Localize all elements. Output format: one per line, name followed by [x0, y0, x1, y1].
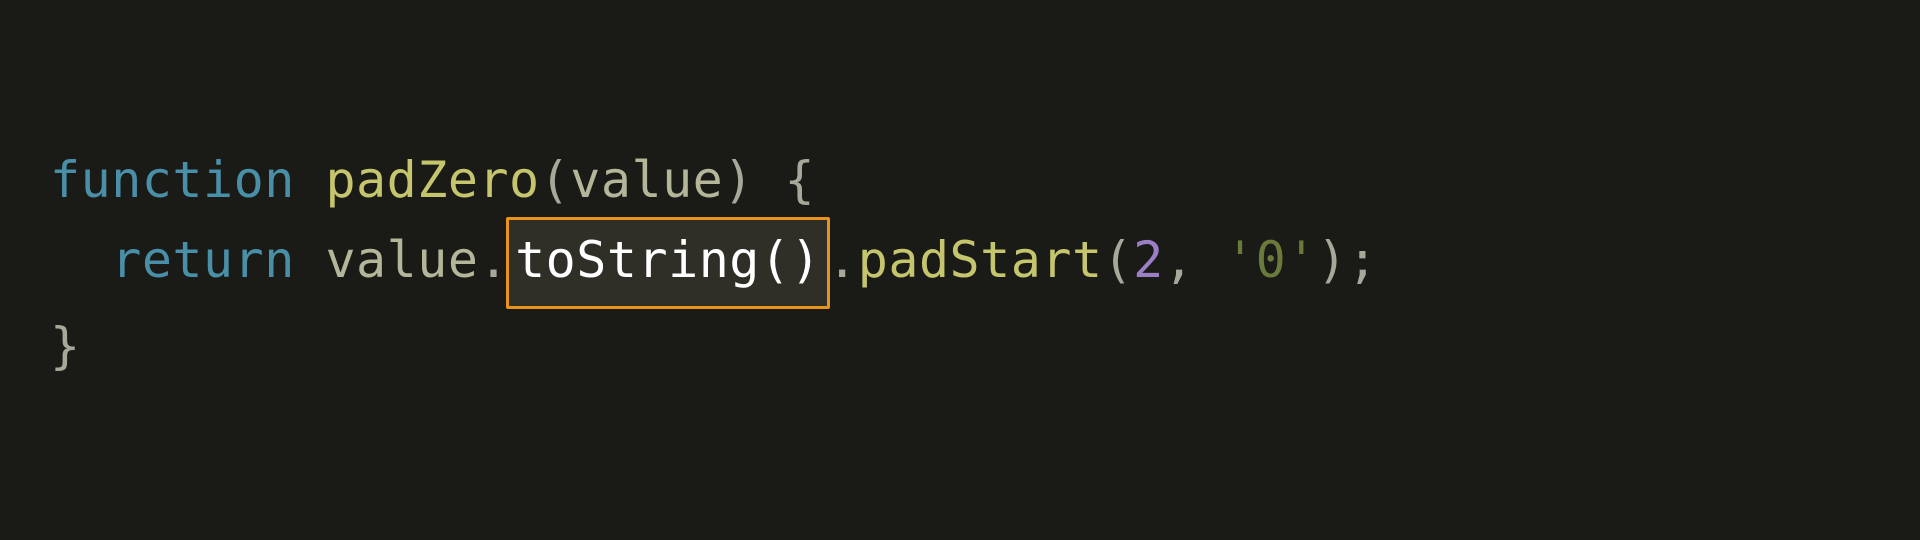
code-line-3: } — [50, 317, 81, 375]
variable-value: value — [295, 231, 479, 289]
open-brace: { — [754, 151, 815, 209]
dot-1: . — [478, 231, 509, 289]
code-line-1: function padZero(value) { — [50, 151, 815, 209]
indent — [50, 231, 111, 289]
method-tostring: toString — [515, 231, 760, 289]
number-arg: 2 — [1133, 231, 1164, 289]
method-padstart: padStart — [858, 231, 1103, 289]
highlighted-selection[interactable]: toString() — [506, 217, 830, 309]
open-paren: ( — [540, 151, 571, 209]
code-editor[interactable]: function padZero(value) { return value.t… — [0, 0, 1920, 526]
function-name: padZero — [325, 151, 539, 209]
close-paren: ) — [723, 151, 754, 209]
comma: , — [1164, 231, 1225, 289]
keyword-return: return — [111, 231, 295, 289]
close-paren-2: ) — [1317, 231, 1348, 289]
close-brace: } — [50, 317, 81, 375]
dot-2: . — [827, 231, 858, 289]
keyword-function: function — [50, 151, 295, 209]
parameter: value — [570, 151, 723, 209]
string-arg: '0' — [1225, 231, 1317, 289]
code-line-2: return value.toString().padStart(2, '0')… — [50, 231, 1378, 289]
highlighted-parens: () — [760, 231, 821, 289]
open-paren-2: ( — [1103, 231, 1134, 289]
semicolon: ; — [1347, 231, 1378, 289]
